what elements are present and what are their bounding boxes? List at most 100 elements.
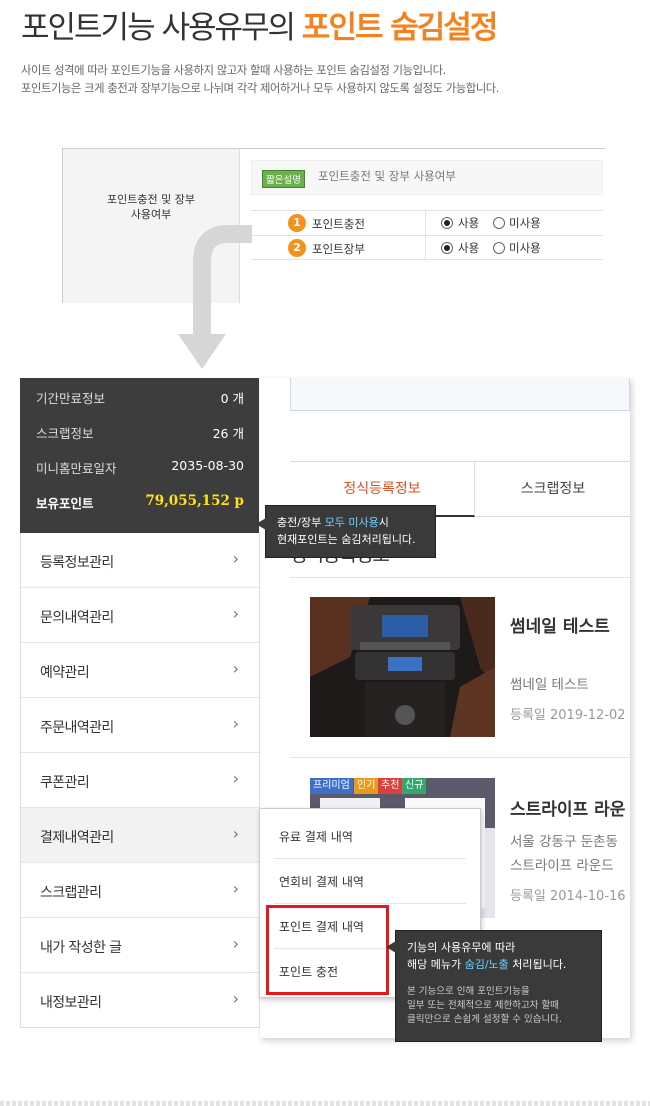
tag-premium: 프리미엄: [310, 778, 353, 794]
setting-label-charge: 포인트충전: [312, 217, 365, 231]
chevron-right-icon: ›: [232, 549, 239, 568]
settings-label-line-2: 사용여부: [130, 208, 172, 221]
radio-ledger-use[interactable]: [441, 242, 453, 254]
column-divider: [425, 236, 426, 260]
member-info-box: 기간만료정보 0 개 스크랩정보 26 개 미니홈만료일자 2035-08-30…: [20, 378, 259, 533]
card-subtitle: 썸네일 테스트: [510, 677, 589, 693]
radio-ledger-nouse[interactable]: [493, 242, 505, 254]
settings-label-line-1: 포인트충전 및 장부: [107, 193, 195, 206]
sidebar-item-orders[interactable]: 주문내역관리 ›: [21, 698, 259, 753]
tooltip-line: 충전/장부 모두 미사용시: [277, 514, 435, 531]
radio-charge-use-label[interactable]: 사용: [458, 215, 479, 231]
card-date: 등록일 2019-12-02: [510, 708, 626, 723]
submenu-item-paid[interactable]: 유료 결제 내역: [274, 814, 466, 859]
info-points: 보유포인트 79,055,152 p: [36, 493, 244, 512]
card-subtitle: 서울 강동구 둔촌동: [510, 834, 618, 850]
chevron-right-icon: ›: [232, 659, 239, 678]
chevron-right-icon: ›: [232, 714, 239, 733]
settings-section-label: 포인트충전 및 장부 사용여부: [62, 192, 240, 222]
card-title[interactable]: 썸네일 테스트: [510, 612, 610, 637]
info-value: 2035-08-30: [171, 458, 244, 473]
description-line-1: 사이트 성격에 따라 포인트기능을 사용하지 않고자 할때 사용하는 포인트 숨…: [21, 64, 446, 77]
tooltip-text: 현재포인트는 숨김처리됩니다.: [277, 533, 416, 546]
radio-charge-use[interactable]: [441, 217, 453, 229]
menu-label: 문의내역관리: [40, 610, 114, 626]
setting-label-ledger: 포인트장부: [312, 242, 365, 256]
radio-charge-nouse-label[interactable]: 미사용: [509, 215, 541, 231]
info-label: 기간만료정보: [36, 391, 106, 406]
page-title-highlight: 포인트 숨김설정: [301, 10, 498, 46]
card-thumbnail-car-interior[interactable]: [310, 597, 495, 737]
chevron-right-icon: ›: [232, 824, 239, 843]
tooltip-text: 시: [378, 516, 389, 529]
page-title-main: 포인트기능 사용유무의: [21, 10, 296, 46]
sidebar-item-coupons[interactable]: 쿠폰관리 ›: [21, 753, 259, 808]
row-number-badge: 1: [288, 214, 306, 232]
tooltip-text: 처리됩니다.: [512, 958, 567, 971]
help-badge: 짧은설명: [262, 170, 305, 188]
setting-row-charge: 1 포인트충전 사용 미사용: [251, 210, 603, 235]
tooltip-highlight: 모두 미사용: [324, 516, 379, 529]
tab-scrap-info[interactable]: 스크랩정보: [476, 462, 630, 517]
menu-label: 예약관리: [40, 665, 90, 681]
info-label: 미니홈만료일자: [36, 461, 117, 476]
radio-ledger-nouse-label[interactable]: 미사용: [509, 240, 541, 256]
menu-label: 쿠폰관리: [40, 775, 90, 791]
tag-popular: 인기: [354, 778, 379, 794]
sidebar-item-my-posts[interactable]: 내가 작성한 글 ›: [21, 918, 259, 973]
chevron-right-icon: ›: [232, 989, 239, 1008]
page-description: 사이트 성격에 따라 포인트기능을 사용하지 않고자 할때 사용하는 포인트 숨…: [21, 62, 499, 98]
help-text: 포인트충전 및 장부 사용여부: [318, 169, 456, 183]
page-title: 포인트기능 사용유무의 포인트 숨김설정: [21, 2, 498, 47]
section-divider: [290, 577, 630, 578]
tooltip-menu-visibility: 기능의 사용유무에 따라 해당 메뉴가 숨김/노출 처리됩니다. 본 기능으로 …: [386, 930, 602, 1042]
menu-label: 주문내역관리: [40, 720, 114, 736]
tag-new: 신규: [402, 778, 427, 794]
sidebar-item-scrap[interactable]: 스크랩관리 ›: [21, 863, 259, 918]
column-divider: [425, 211, 426, 235]
down-arrow-icon: [178, 225, 252, 369]
points-value: 79,055,152 p: [145, 493, 244, 509]
chevron-right-icon: ›: [232, 769, 239, 788]
submenu-label: 연회비 결제 내역: [279, 875, 364, 889]
card-title[interactable]: 스트라이프 라운: [510, 795, 625, 820]
tooltip-note: 본 기능으로 인해 포인트기능을 일부 또는 전체적으로 제한하고자 할때 클릭…: [407, 985, 601, 1027]
info-value: 0 개: [220, 391, 244, 406]
points-label: 보유포인트: [36, 496, 94, 511]
card-date: 등록일 2014-10-16: [510, 889, 626, 904]
sidebar-item-payments[interactable]: 결제내역관리 ›: [21, 808, 259, 863]
radio-charge-nouse[interactable]: [493, 217, 505, 229]
sidebar-item-my-info[interactable]: 내정보관리 ›: [21, 973, 259, 1028]
tooltip-text: 기능의 사용유무에 따라: [407, 941, 516, 954]
info-minihome-expiry: 미니홈만료일자 2035-08-30: [36, 458, 244, 477]
description-line-2: 포인트기능은 크게 충전과 장부기능으로 나뉘며 각각 제어하거나 모두 사용하…: [21, 82, 499, 95]
tooltip-note-line: 본 기능으로 인해 포인트기능을: [407, 986, 530, 997]
submenu-item-annual-fee[interactable]: 연회비 결제 내역: [274, 859, 466, 904]
radio-ledger-use-label[interactable]: 사용: [458, 240, 479, 256]
tooltip-text: 해당 메뉴가: [407, 958, 462, 971]
info-label: 스크랩정보: [36, 426, 94, 441]
info-scrap: 스크랩정보 26 개: [36, 423, 244, 442]
tooltip-line: 해당 메뉴가 숨김/노출 처리됩니다.: [407, 956, 601, 973]
menu-label: 결제내역관리: [40, 830, 114, 846]
menu-label: 내가 작성한 글: [40, 940, 122, 956]
setting-row-ledger: 2 포인트장부 사용 미사용: [251, 235, 603, 260]
info-value: 26 개: [212, 426, 244, 441]
tooltip-note-line: 일부 또는 전체적으로 제한하고자 할때: [407, 1000, 559, 1011]
tooltip-points-hidden: 충전/장부 모두 미사용시 현재포인트는 숨김처리됩니다.: [256, 505, 436, 558]
menu-label: 스크랩관리: [40, 885, 102, 901]
sidebar-item-reservation[interactable]: 예약관리 ›: [21, 643, 259, 698]
sidebar-item-inquiry[interactable]: 문의내역관리 ›: [21, 588, 259, 643]
tooltip-text: 충전/장부: [277, 516, 322, 529]
content-top-box: [290, 378, 630, 411]
sidebar-menu: 등록정보관리 › 문의내역관리 › 예약관리 › 주문내역관리 › 쿠폰관리 ›…: [20, 533, 260, 1028]
info-expired: 기간만료정보 0 개: [36, 388, 244, 407]
chevron-right-icon: ›: [232, 879, 239, 898]
row-number-badge: 2: [288, 239, 306, 257]
highlight-box: [266, 905, 389, 995]
card-divider: [290, 757, 630, 758]
bottom-divider: [0, 1101, 650, 1106]
sidebar-item-registration[interactable]: 등록정보관리 ›: [21, 533, 259, 588]
chevron-right-icon: ›: [232, 604, 239, 623]
tag-recommend: 추천: [378, 778, 403, 794]
